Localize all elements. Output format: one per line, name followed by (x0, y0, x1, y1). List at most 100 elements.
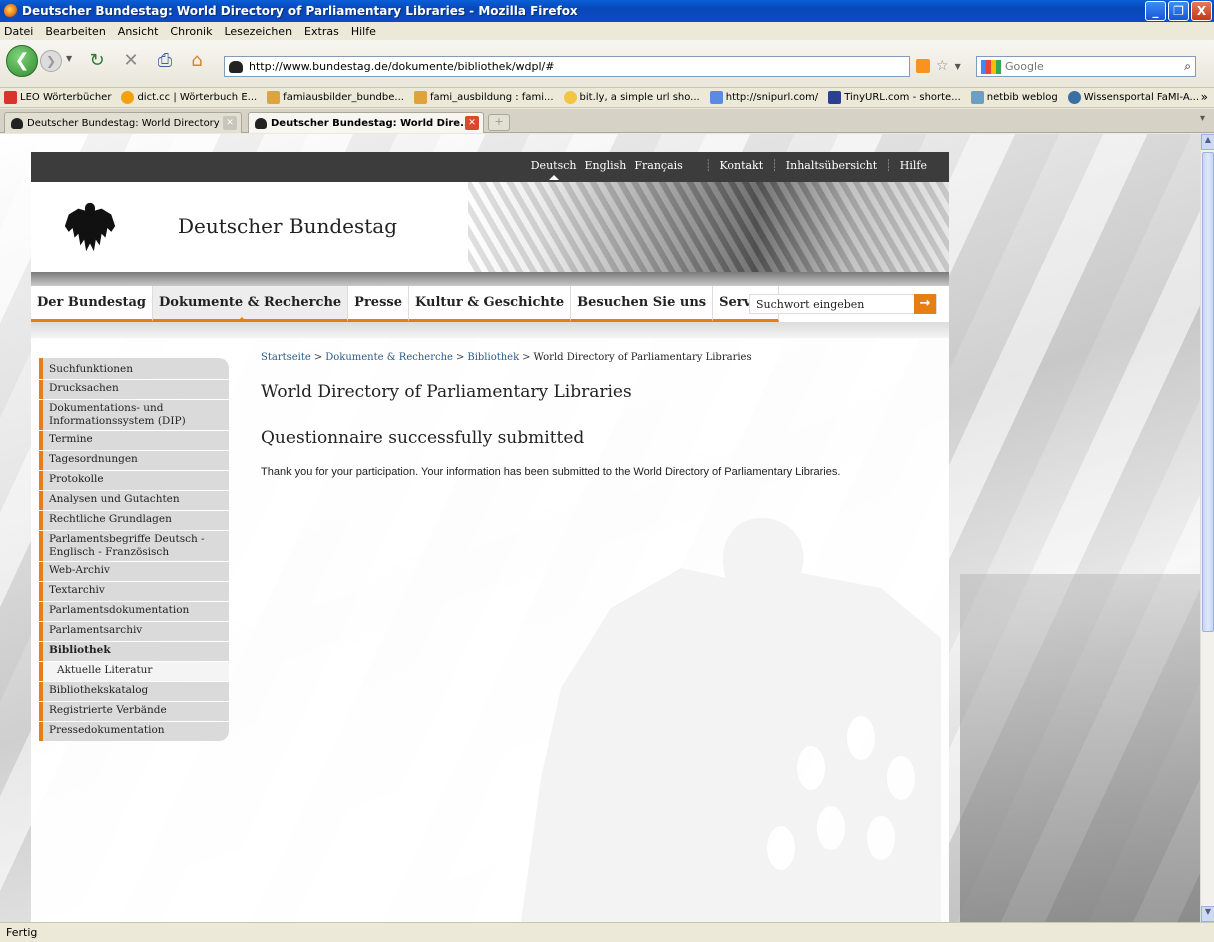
bookmark-item[interactable]: LEO Wörterbücher (4, 91, 111, 104)
dictcc-icon (121, 91, 135, 104)
sidebar-item-web-archiv[interactable]: Web-Archiv (39, 562, 229, 581)
bookmark-item[interactable]: dict.cc | Wörterbuch E... (121, 91, 257, 104)
sidebar-item-bibliothek[interactable]: Bibliothek (39, 642, 229, 661)
window-titlebar: Deutscher Bundestag: World Directory of … (0, 0, 1214, 22)
nav-kultur-geschichte[interactable]: Kultur & Geschichte (408, 286, 572, 322)
divider (31, 272, 949, 286)
breadcrumb-startseite[interactable]: Startseite (261, 352, 311, 363)
bookmark-item[interactable]: bit.ly, a simple url sho... (563, 91, 700, 104)
chevron-down-icon[interactable]: ▼ (955, 62, 961, 71)
menu-hilfe[interactable]: Hilfe (351, 25, 376, 38)
site-search-input[interactable] (750, 295, 914, 313)
search-icon[interactable]: ⌕ (1184, 59, 1191, 74)
tab-bar: Deutscher Bundestag: World Directory ...… (0, 109, 1214, 133)
home-icon[interactable]: ⌂ (186, 50, 208, 72)
close-tab-icon[interactable]: ✕ (223, 116, 237, 130)
url-bar[interactable] (224, 56, 910, 77)
nav-dokumente-recherche[interactable]: Dokumente & Recherche (153, 286, 349, 322)
menu-lesezeichen[interactable]: Lesezeichen (224, 25, 292, 38)
menu-chronik[interactable]: Chronik (170, 25, 212, 38)
stop-icon[interactable]: ✕ (120, 50, 142, 72)
history-dropdown-icon[interactable]: ▼ (66, 54, 72, 63)
chevron-right-icon[interactable]: » (1201, 90, 1208, 104)
back-button[interactable]: ❮ (6, 45, 38, 77)
sidebar-item-protokolle[interactable]: Protokolle (39, 471, 229, 490)
forward-button[interactable]: ❯ (40, 50, 62, 72)
minimize-button[interactable]: _ (1145, 1, 1166, 21)
scroll-down-icon[interactable]: ▼ (1201, 906, 1214, 922)
content-area: Suchfunktionen Drucksachen Dokumentation… (31, 338, 949, 922)
bookmark-item[interactable]: Wissensportal FaMI-A... (1067, 91, 1199, 104)
lang-deutsch[interactable]: Deutsch (531, 159, 576, 180)
sidebar-item-textarchiv[interactable]: Textarchiv (39, 582, 229, 601)
lang-english[interactable]: English (584, 159, 626, 172)
menu-ansicht[interactable]: Ansicht (118, 25, 159, 38)
scrollbar-thumb[interactable] (1202, 152, 1214, 632)
breadcrumb: Startseite > Dokumente & Recherche > Bibliot… (261, 352, 752, 363)
link-hilfe[interactable]: Hilfe (900, 159, 927, 172)
sidebar-item-registrierte-verbaende[interactable]: Registrierte Verbände (39, 702, 229, 721)
bookmark-item[interactable]: TinyURL.com - shorte... (828, 91, 961, 104)
tinyurl-icon (828, 91, 842, 104)
bookmark-item[interactable]: fami_ausbildung : fami... (413, 91, 554, 104)
menu-bar: Datei Bearbeiten Ansicht Chronik Lesezei… (0, 22, 1214, 40)
menu-bearbeiten[interactable]: Bearbeiten (45, 25, 105, 38)
link-inhaltsuebersicht[interactable]: Inhaltsübersicht (786, 159, 877, 172)
people-icon (267, 91, 281, 104)
nav-der-bundestag[interactable]: Der Bundestag (31, 286, 154, 322)
bookmark-star-icon[interactable]: ☆ (936, 58, 949, 74)
eagle-watermark-icon (521, 518, 941, 922)
sidebar-item-bibliothekskatalog[interactable]: Bibliothekskatalog (39, 682, 229, 701)
tab-list-icon[interactable]: ▾ (1200, 113, 1212, 131)
search-bar[interactable]: ⌕ (976, 56, 1196, 77)
vertical-scrollbar[interactable]: ▲ ▼ (1200, 134, 1214, 922)
nav-presse[interactable]: Presse (348, 286, 409, 322)
sidebar-item-tagesordnungen[interactable]: Tagesordnungen (39, 451, 229, 470)
tab-world-directory-2[interactable]: Deutscher Bundestag: World Dire... ✕ (248, 112, 484, 133)
site-banner: Deutscher Bundestag (31, 182, 949, 272)
bookmark-item[interactable]: famiausbilder_bundbe... (267, 91, 404, 104)
reload-icon[interactable]: ↻ (86, 50, 108, 72)
search-go-button[interactable]: → (914, 294, 936, 314)
breadcrumb-dokumente-recherche[interactable]: Dokumente & Recherche (325, 352, 453, 363)
sidebar-item-analysen[interactable]: Analysen und Gutachten (39, 491, 229, 510)
sidebar-item-rechtliche-grundlagen[interactable]: Rechtliche Grundlagen (39, 511, 229, 530)
menu-extras[interactable]: Extras (304, 25, 339, 38)
menu-datei[interactable]: Datei (4, 25, 33, 38)
sidebar: Suchfunktionen Drucksachen Dokumentation… (39, 358, 229, 742)
sidebar-item-dip[interactable]: Dokumentations- und Informationssystem (… (39, 400, 229, 430)
page-subtitle: Questionnaire successfully submitted (261, 428, 585, 448)
sidebar-item-parlamentsbegriffe[interactable]: Parlamentsbegriffe Deutsch - Englisch - … (39, 531, 229, 561)
bookmark-item[interactable]: http://snipurl.com/ (709, 91, 818, 104)
sidebar-item-termine[interactable]: Termine (39, 431, 229, 450)
status-bar: Fertig (0, 922, 1214, 942)
divider: ┊ (704, 159, 712, 172)
maximize-button[interactable]: ❐ (1168, 1, 1189, 21)
divider (31, 322, 949, 338)
nav-besuchen-sie-uns[interactable]: Besuchen Sie uns (571, 286, 714, 322)
new-tab-button[interactable]: + (488, 114, 510, 131)
bookmark-item[interactable]: netbib weblog (970, 91, 1058, 104)
site-title[interactable]: Deutscher Bundestag (178, 214, 397, 238)
firefox-icon (4, 4, 18, 18)
google-icon[interactable] (981, 59, 1001, 74)
bundestag-favicon-icon (11, 117, 23, 129)
sidebar-item-pressedokumentation[interactable]: Pressedokumentation (39, 722, 229, 741)
sidebar-item-suchfunktionen[interactable]: Suchfunktionen (39, 358, 229, 379)
link-kontakt[interactable]: Kontakt (719, 159, 763, 172)
close-tab-icon[interactable]: ✕ (465, 116, 479, 130)
rss-feed-icon[interactable] (916, 59, 930, 73)
sidebar-item-drucksachen[interactable]: Drucksachen (39, 380, 229, 399)
sidebar-item-aktuelle-literatur[interactable]: Aktuelle Literatur (39, 662, 229, 681)
lang-francais[interactable]: Français (634, 159, 682, 172)
search-input[interactable] (1005, 60, 1165, 73)
url-input[interactable] (249, 60, 849, 73)
tab-world-directory-1[interactable]: Deutscher Bundestag: World Directory ...… (4, 112, 242, 133)
scroll-up-icon[interactable]: ▲ (1201, 134, 1214, 150)
print-icon[interactable]: ⎙ (154, 50, 176, 72)
bundesadler-logo-icon[interactable] (61, 199, 119, 257)
close-button[interactable]: X (1191, 1, 1212, 21)
sidebar-item-parlamentsdokumentation[interactable]: Parlamentsdokumentation (39, 602, 229, 621)
breadcrumb-bibliothek[interactable]: Bibliothek (467, 352, 519, 363)
sidebar-item-parlamentsarchiv[interactable]: Parlamentsarchiv (39, 622, 229, 641)
